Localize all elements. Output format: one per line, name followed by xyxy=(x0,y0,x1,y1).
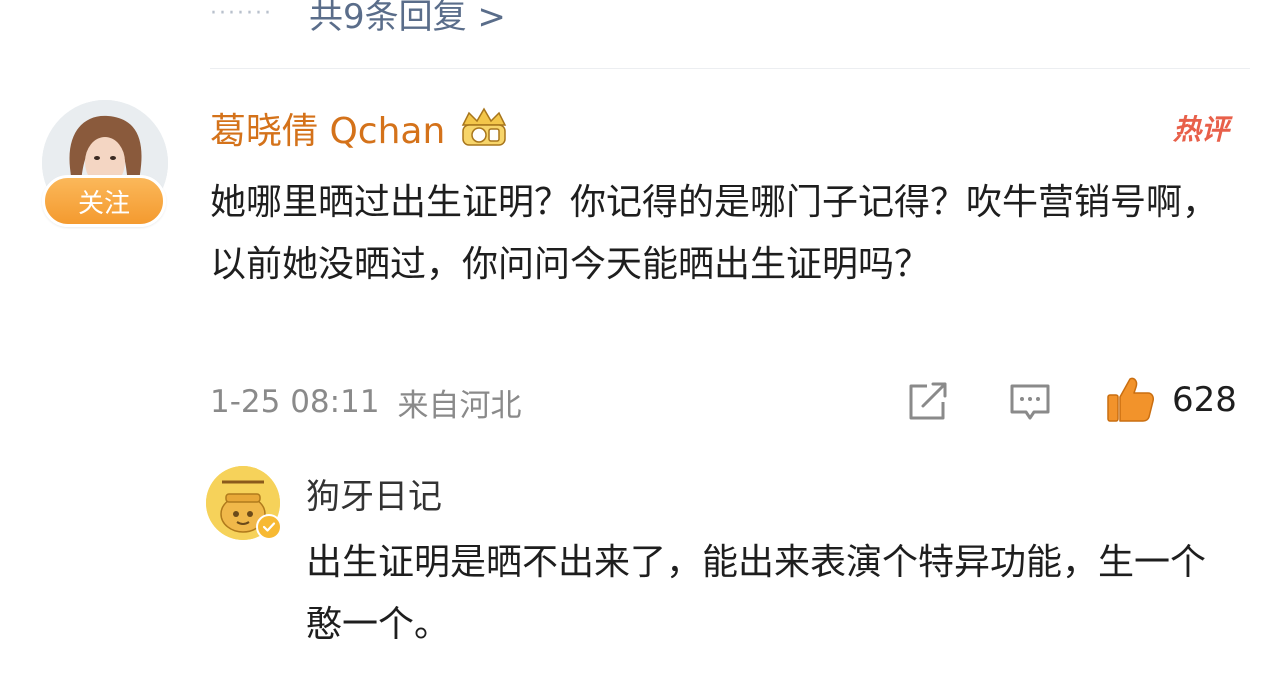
hot-comment-badge: 热评 xyxy=(1172,113,1229,146)
verified-icon xyxy=(256,514,282,540)
like-count: 628 xyxy=(1172,380,1237,420)
more-replies-row[interactable]: ······· 共9条回复 > xyxy=(210,0,506,38)
comment-text: 她哪里晒过出生证明？你记得的是哪门子记得？吹牛营销号啊，以前她没晒过，你问问今天… xyxy=(210,182,1219,285)
divider xyxy=(210,68,1250,69)
follow-button[interactable]: 关注 xyxy=(42,175,166,227)
more-replies-dots: ······· xyxy=(210,0,273,26)
comment-username[interactable]: 葛晓倩 Qchan xyxy=(210,102,513,154)
thumbs-up-icon xyxy=(1104,375,1156,425)
username-text: 葛晓倩 Qchan xyxy=(210,111,446,152)
sub-reply-text: 出生证明是晒不出来了，能出来表演个特异功能，生一个憨一个。 xyxy=(306,542,1207,645)
comment-time: 1-25 08:11 xyxy=(210,384,380,420)
comment-icon[interactable] xyxy=(1008,380,1052,424)
crown-vip-icon xyxy=(455,105,513,151)
more-replies-link[interactable]: 共9条回复 > xyxy=(309,0,506,38)
comment-location: 来自河北 xyxy=(397,387,522,424)
share-icon[interactable] xyxy=(905,380,951,424)
comment-meta: 1-25 08:11 来自河北 xyxy=(210,376,522,428)
like-button[interactable]: 628 xyxy=(1104,374,1237,426)
sub-reply-username[interactable]: 狗牙日记 xyxy=(306,468,442,518)
